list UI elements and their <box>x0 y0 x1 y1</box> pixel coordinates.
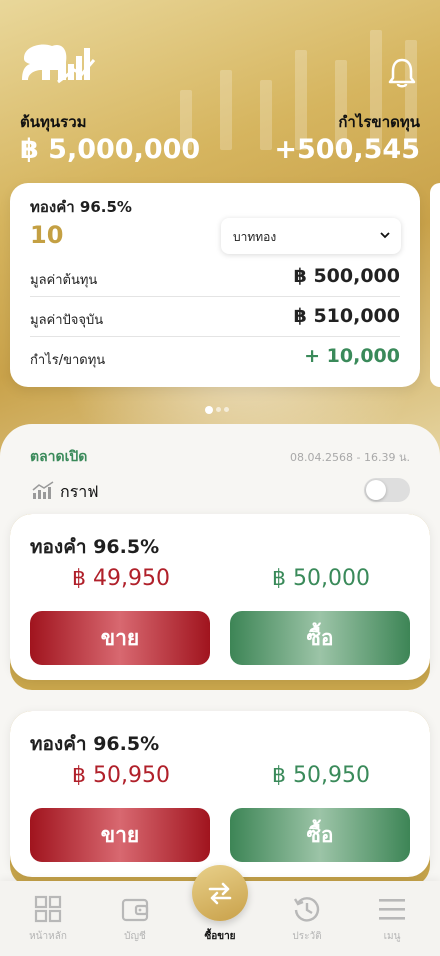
profit-loss-label: กำไรขาดทุน <box>338 113 420 131</box>
quote-card-wrapper: ทองคำ 96.5% ฿ 49,950 ฿ 50,000 ขาย ซื้อ <box>10 514 430 690</box>
nav-history[interactable]: ประวัติ <box>263 881 351 956</box>
portfolio-title: ทองคำ 96.5% <box>30 198 132 216</box>
buy-button[interactable]: ซื้อ <box>230 808 410 862</box>
carousel-pagination[interactable] <box>205 399 232 414</box>
toggle-knob <box>366 480 386 500</box>
nav-home[interactable]: หน้าหลัก <box>4 881 92 956</box>
swap-arrows-icon <box>208 882 232 905</box>
profit-loss-value: +500,545 <box>274 134 420 165</box>
nav-account[interactable]: บัญชี <box>91 881 179 956</box>
row-value: ฿ 510,000 <box>293 305 400 327</box>
unit-select-value: บาททอง <box>233 230 277 244</box>
graph-toggle[interactable] <box>364 478 410 502</box>
dashboard-icon <box>34 895 62 923</box>
nav-menu[interactable]: เมนู <box>348 881 436 956</box>
sell-price: ฿ 49,950 <box>72 566 170 591</box>
market-timestamp: 08.04.2568 - 16.39 น. <box>290 451 410 464</box>
quote-title: ทองคำ 96.5% <box>30 733 160 755</box>
buy-price: ฿ 50,950 <box>272 763 370 788</box>
hamburger-menu-icon <box>379 899 405 920</box>
buy-button[interactable]: ซื้อ <box>230 611 410 665</box>
portfolio-card[interactable]: ทองคำ 96.5% 10 บาททอง มูลค่าต้นทุน ฿ 500… <box>10 183 420 387</box>
profit-loss-row: กำไร/ขาดทุน + 10,000 <box>30 337 400 377</box>
sell-button[interactable]: ขาย <box>30 808 210 862</box>
quote-card-wrapper: ทองคำ 96.5% ฿ 50,950 ฿ 50,950 ขาย ซื้อ <box>10 711 430 887</box>
nav-label: เมนู <box>383 931 401 942</box>
row-label: มูลค่าปัจจุบัน <box>30 313 104 328</box>
trade-fab-button[interactable] <box>192 865 248 921</box>
row-label: มูลค่าต้นทุน <box>30 273 98 288</box>
row-label: กำไร/ขาดทุน <box>30 353 106 368</box>
graph-label: กราฟ <box>60 482 99 501</box>
page-dot[interactable] <box>224 407 229 412</box>
elephant-logo-icon <box>22 44 96 84</box>
page-dot[interactable] <box>205 405 213 414</box>
portfolio-quantity: 10 <box>30 221 64 249</box>
page-dot[interactable] <box>216 407 221 412</box>
total-cost-value: ฿ 5,000,000 <box>20 134 201 165</box>
nav-label: ซื้อขาย <box>204 931 236 942</box>
row-value: ฿ 500,000 <box>293 265 400 287</box>
cost-value-row: มูลค่าต้นทุน ฿ 500,000 <box>30 257 400 297</box>
current-value-row: มูลค่าปัจจุบัน ฿ 510,000 <box>30 297 400 337</box>
buy-price: ฿ 50,000 <box>272 566 370 591</box>
nav-label: หน้าหลัก <box>29 931 67 942</box>
row-value: + 10,000 <box>304 345 400 367</box>
wallet-icon <box>121 898 149 922</box>
quote-title: ทองคำ 96.5% <box>30 536 160 558</box>
chart-icon <box>32 481 54 499</box>
sell-price: ฿ 50,950 <box>72 763 170 788</box>
quote-card: ทองคำ 96.5% ฿ 49,950 ฿ 50,000 ขาย ซื้อ <box>10 514 430 680</box>
nav-label: บัญชี <box>124 931 146 942</box>
quote-card: ทองคำ 96.5% ฿ 50,950 ฿ 50,950 ขาย ซื้อ <box>10 711 430 877</box>
next-portfolio-card-peek[interactable] <box>430 183 440 387</box>
notification-bell-icon[interactable] <box>386 56 418 90</box>
chevron-down-icon <box>380 232 390 239</box>
total-cost-label: ต้นทุนรวม <box>20 113 87 131</box>
unit-select[interactable]: บาททอง <box>221 218 401 254</box>
market-status: ตลาดเปิด <box>30 449 88 465</box>
nav-label: ประวัติ <box>292 931 322 942</box>
history-icon <box>293 897 320 922</box>
sell-button[interactable]: ขาย <box>30 611 210 665</box>
